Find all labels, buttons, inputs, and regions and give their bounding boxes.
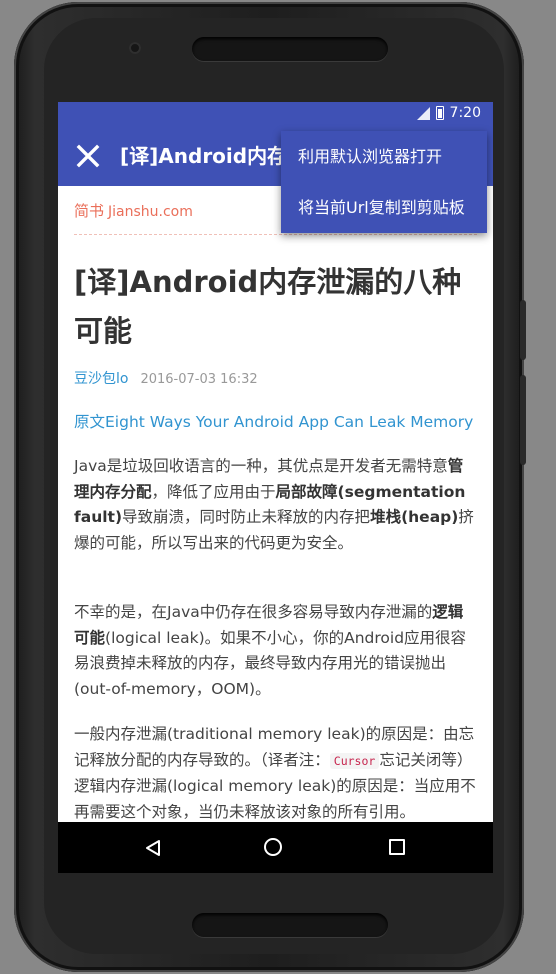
front-camera bbox=[129, 42, 141, 54]
paragraph-2: 不幸的是，在Java中仍存在很多容易导致内存泄漏的逻辑可能(logical le… bbox=[74, 600, 478, 702]
original-article-link[interactable]: 原文Eight Ways Your Android App Can Leak M… bbox=[74, 410, 473, 432]
article-meta: 豆沙包lo 2016-07-03 16:32 bbox=[74, 368, 258, 388]
site-header: 简书 Jianshu.com bbox=[74, 200, 193, 221]
screen: 7:20 [译]Android内存泄漏的八种可能 简书 Jianshu.com [… bbox=[58, 102, 493, 873]
home-icon[interactable] bbox=[264, 838, 282, 856]
paragraph-1: Java是垃圾回收语言的一种，其优点是开发者无需特意管理内存分配，降低了应用由于… bbox=[74, 454, 478, 556]
status-icons: 7:20 bbox=[416, 105, 481, 121]
publish-date: 2016-07-03 16:32 bbox=[140, 372, 258, 387]
site-name: 简书 bbox=[74, 202, 105, 220]
close-icon[interactable] bbox=[74, 142, 102, 170]
author-link[interactable]: 豆沙包lo bbox=[74, 371, 128, 387]
inline-code: Cursor bbox=[329, 752, 380, 769]
text: Java是垃圾回收语言的一种，其优点是开发者无需特意 bbox=[74, 457, 448, 475]
menu-item-open-in-browser[interactable]: 利用默认浏览器打开 bbox=[281, 131, 487, 182]
divider bbox=[74, 234, 477, 235]
power-button bbox=[520, 300, 526, 360]
recents-icon[interactable] bbox=[389, 839, 405, 855]
bold-text: 堆栈(heap) bbox=[370, 508, 459, 526]
text: 逻辑内存泄漏(logical memory leak)的原因是：当应用不再需要这… bbox=[74, 777, 476, 821]
top-speaker bbox=[192, 37, 388, 61]
article-content[interactable]: 简书 Jianshu.com [译]Android内存泄漏的八种可能 豆沙包lo 2… bbox=[58, 186, 493, 822]
overflow-menu: 利用默认浏览器打开 将当前Url复制到剪贴板 bbox=[281, 131, 487, 233]
bottom-speaker bbox=[192, 913, 388, 937]
status-time: 7:20 bbox=[449, 105, 481, 121]
menu-item-copy-url[interactable]: 将当前Url复制到剪贴板 bbox=[281, 182, 487, 233]
text: 不幸的是，在Java中仍存在很多容易导致内存泄漏的 bbox=[74, 603, 433, 621]
paragraph-3: 一般内存泄漏(traditional memory leak)的原因是：由忘记释… bbox=[74, 722, 478, 822]
text: 导致崩溃，同时防止未释放的内存把 bbox=[122, 508, 371, 526]
site-domain: Jianshu.com bbox=[108, 204, 193, 220]
volume-button bbox=[520, 375, 526, 465]
text: ，降低了应用由于 bbox=[151, 482, 276, 501]
battery-icon bbox=[435, 106, 444, 120]
text: 忘记关闭等） bbox=[379, 750, 473, 769]
status-bar: 7:20 bbox=[58, 102, 493, 126]
text: (logical leak)。如果不小心，你的Android应用很容易浪费掉未释… bbox=[74, 628, 467, 698]
navigation-bar bbox=[58, 822, 493, 873]
back-icon[interactable] bbox=[144, 839, 162, 857]
signal-icon bbox=[416, 106, 430, 120]
article-title: [译]Android内存泄漏的八种可能 bbox=[74, 265, 462, 348]
